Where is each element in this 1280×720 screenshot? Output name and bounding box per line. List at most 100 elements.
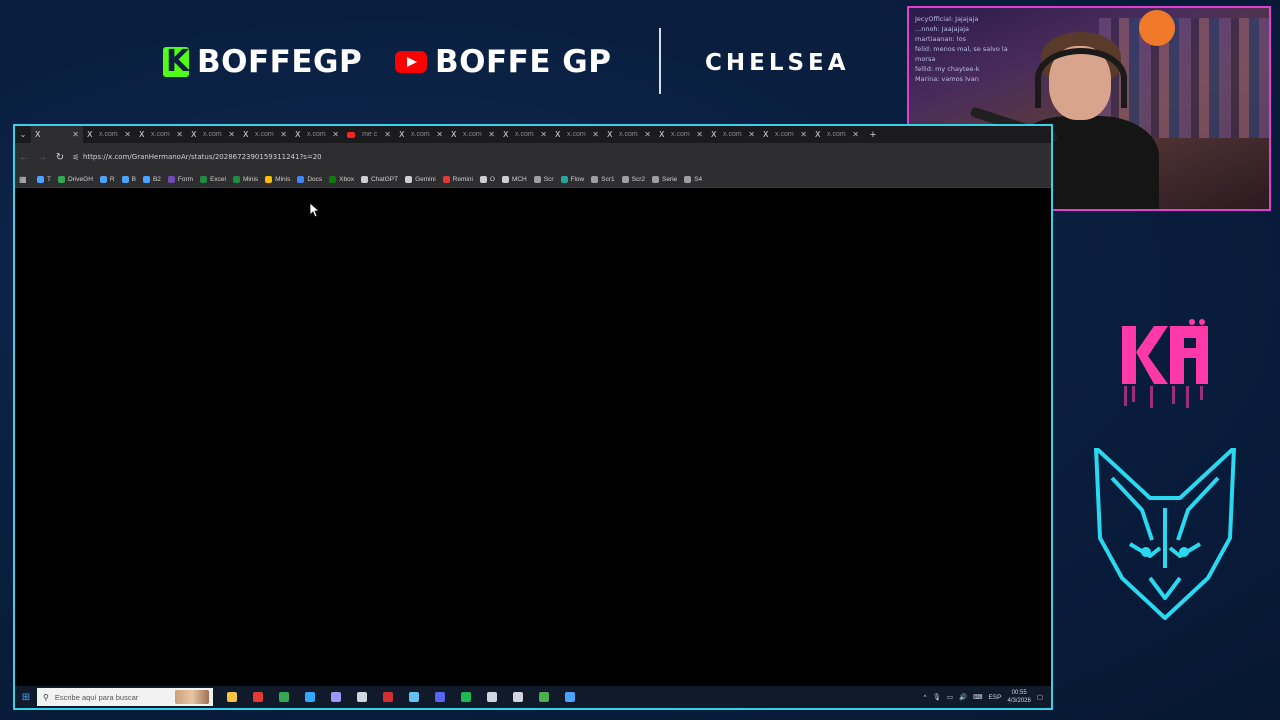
browser-tab[interactable]: Xx.com ✕ [499, 126, 551, 143]
bookmark-item[interactable]: Scr2 [621, 175, 645, 183]
bookmark-label: Xbox [339, 175, 354, 183]
browser-tab[interactable]: me c ✕ [343, 126, 395, 143]
microphone-icon[interactable]: 🎙 [933, 693, 941, 701]
bookmark-item[interactable]: S4 [684, 175, 702, 183]
forward-arrow-icon[interactable]: → [33, 152, 51, 163]
steam-icon[interactable] [401, 692, 427, 702]
tab-close-icon[interactable]: ✕ [228, 130, 235, 139]
browser-tab[interactable]: Xx.com ✕ [83, 126, 135, 143]
bookmark-favicon-icon [297, 175, 305, 183]
taskbar-search-box[interactable]: ⚲ Escribe aquí para buscar [37, 688, 213, 706]
new-tab-button[interactable]: + [865, 129, 881, 141]
tab-close-icon[interactable]: ✕ [72, 130, 79, 139]
browser-tab[interactable]: Xx.com ✕ [291, 126, 343, 143]
browser-tab[interactable]: Xx.com ✕ [759, 126, 811, 143]
site-settings-icon[interactable]: ⚟ [69, 153, 83, 162]
bookmark-item[interactable]: Minis [232, 175, 258, 183]
address-bar[interactable]: https://x.com/GranHermanoAr/status/20286… [83, 153, 322, 161]
browser-tab[interactable]: X ✕ [31, 126, 83, 143]
tab-close-icon[interactable]: ✕ [852, 130, 859, 139]
bookmark-item[interactable]: Remini [442, 175, 473, 183]
bookmark-item[interactable]: B [121, 175, 136, 183]
tab-close-icon[interactable]: ✕ [748, 130, 755, 139]
tab-search-chevron-icon[interactable]: ⌄ [15, 130, 31, 139]
tab-close-icon[interactable]: ✕ [436, 130, 443, 139]
bookmark-item[interactable]: Scr1 [591, 175, 615, 183]
tab-close-icon[interactable]: ✕ [592, 130, 599, 139]
app-red-circle-icon[interactable] [245, 692, 271, 702]
chat-line: martiaanan: los [915, 35, 966, 43]
bookmark-item[interactable]: T [37, 175, 51, 183]
notifications-icon[interactable]: ▢ [1037, 693, 1043, 701]
browser-tab[interactable]: Xx.com ✕ [239, 126, 291, 143]
app-blue-icon[interactable] [557, 692, 583, 702]
keyboard-icon[interactable]: ⌨ [973, 693, 982, 701]
bookmark-item[interactable]: Xbox [329, 175, 354, 183]
obs-icon[interactable] [479, 692, 505, 702]
browser-tab[interactable]: Xx.com ✕ [447, 126, 499, 143]
stream-header: BOFFEGP BOFFE GP CHELSEA [0, 0, 905, 124]
app-gear-icon[interactable] [505, 692, 531, 702]
app-red-icon[interactable] [375, 692, 401, 702]
bookmark-favicon-icon [621, 175, 629, 183]
premiere-icon[interactable] [323, 692, 349, 702]
tab-title: x.com [255, 131, 274, 138]
calculator-icon[interactable] [349, 692, 375, 702]
discord-icon[interactable] [427, 692, 453, 702]
language-indicator[interactable]: ESP [988, 694, 1001, 701]
apps-grid-icon[interactable]: ▦ [19, 175, 29, 184]
calculator-glyph-icon [357, 692, 367, 702]
tab-close-icon[interactable]: ✕ [696, 130, 703, 139]
bookmark-item[interactable]: MCH [501, 175, 527, 183]
browser-tab[interactable]: Xx.com ✕ [395, 126, 447, 143]
browser-tab[interactable]: Xx.com ✕ [187, 126, 239, 143]
tab-close-icon[interactable]: ✕ [124, 130, 131, 139]
tab-close-icon[interactable]: ✕ [384, 130, 391, 139]
bookmark-item[interactable]: Flow [560, 175, 584, 183]
tab-close-icon[interactable]: ✕ [540, 130, 547, 139]
windows-start-icon[interactable]: ⊞ [15, 692, 37, 703]
bookmark-label: Docs [307, 175, 323, 183]
app-green-icon[interactable] [531, 692, 557, 702]
mouse-cursor-icon [310, 203, 320, 217]
tab-close-icon[interactable]: ✕ [176, 130, 183, 139]
tab-title: x.com [463, 131, 482, 138]
x-logo-icon: X [243, 130, 249, 139]
bookmark-item[interactable]: Gemini [405, 175, 436, 183]
kick-brand: BOFFEGP [163, 42, 362, 82]
bookmark-item[interactable]: Docs [297, 175, 323, 183]
bookmark-favicon-icon [479, 175, 487, 183]
back-arrow-icon[interactable]: ← [15, 152, 33, 163]
reload-icon[interactable]: ↻ [51, 152, 69, 163]
bookmark-item[interactable]: Form [167, 175, 193, 183]
bookmark-item[interactable]: Scr [533, 175, 554, 183]
bookmark-item[interactable]: B2 [142, 175, 161, 183]
bookmark-item[interactable]: Serie [652, 175, 677, 183]
browser-tab[interactable]: Xx.com ✕ [811, 126, 863, 143]
volume-icon[interactable]: 🔊 [959, 693, 967, 701]
taskbar-clock[interactable]: 00:55 4/3/2026 [1007, 689, 1030, 705]
tab-close-icon[interactable]: ✕ [800, 130, 807, 139]
file-explorer-icon[interactable] [219, 692, 245, 702]
browser-tab[interactable]: Xx.com ✕ [551, 126, 603, 143]
bookmark-item[interactable]: R [99, 175, 115, 183]
spotify-icon[interactable] [453, 692, 479, 702]
photoshop-icon[interactable] [297, 692, 323, 702]
network-icon[interactable]: ▭ [947, 693, 953, 701]
browser-tab[interactable]: Xx.com ✕ [603, 126, 655, 143]
chrome-icon[interactable] [271, 692, 297, 702]
browser-tab[interactable]: Xx.com ✕ [135, 126, 187, 143]
tab-close-icon[interactable]: ✕ [332, 130, 339, 139]
tab-close-icon[interactable]: ✕ [488, 130, 495, 139]
bookmark-item[interactable]: DriveGH [57, 175, 93, 183]
browser-tab[interactable]: Xx.com ✕ [707, 126, 759, 143]
tab-close-icon[interactable]: ✕ [644, 130, 651, 139]
bookmark-item[interactable]: Excel [200, 175, 226, 183]
tab-close-icon[interactable]: ✕ [280, 130, 287, 139]
bookmark-item[interactable]: O [479, 175, 495, 183]
bookmark-item[interactable]: ChatGPT [360, 175, 398, 183]
tray-overflow-chevron-icon[interactable]: ^ [924, 694, 927, 701]
browser-tab[interactable]: Xx.com ✕ [655, 126, 707, 143]
bookmark-item[interactable]: Minis [265, 175, 290, 183]
bookmark-favicon-icon [591, 175, 599, 183]
